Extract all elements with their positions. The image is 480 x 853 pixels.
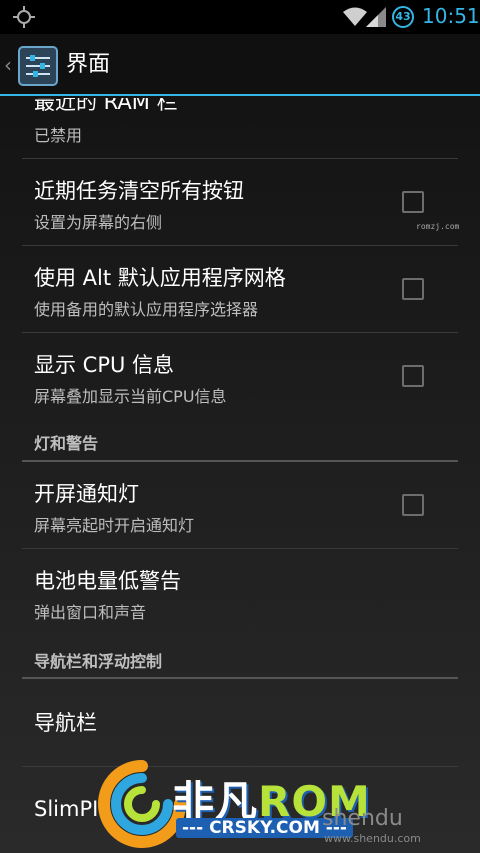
status-bar: 43 10:51 <box>0 0 480 34</box>
settings-sliders-icon[interactable] <box>18 46 58 86</box>
gps-icon <box>13 6 35 28</box>
wifi-icon <box>343 7 367 26</box>
action-bar: ‹ 界面 <box>0 34 480 96</box>
pref-title: 近期任务清空所有按钮 <box>34 179 244 203</box>
pref-low-battery-warning[interactable]: 电池电量低警告 弹出窗口和声音 <box>0 549 480 635</box>
pref-summary: 已禁用 <box>34 126 83 145</box>
pref-title: 电池电量低警告 <box>34 569 181 593</box>
pref-title: 开屏通知灯 <box>34 482 139 506</box>
pref-clear-all-button[interactable]: 近期任务清空所有按钮 设置为屏幕的右侧 <box>0 159 480 245</box>
pref-summary: 使用备用的默认应用程序选择器 <box>34 300 259 319</box>
pref-summary: 弹出窗口和声音 <box>34 603 147 622</box>
pref-summary: 设置为屏幕的右侧 <box>34 213 163 232</box>
pref-recent-ram-bar[interactable]: 最近的 RAM 栏 已禁用 <box>0 98 480 158</box>
shendu-logo: shendu <box>322 806 403 831</box>
chevron-left-icon[interactable]: ‹ <box>4 54 16 76</box>
pref-checkbox[interactable] <box>402 278 424 300</box>
pref-summary: 屏幕亮起时开启通知灯 <box>34 516 195 535</box>
signal-icon <box>366 7 386 27</box>
section-header-navigation: 导航栏和浮动控制 <box>34 652 163 671</box>
pref-checkbox[interactable] <box>402 494 424 516</box>
pref-screen-on-notification-light[interactable]: 开屏通知灯 屏幕亮起时开启通知灯 <box>0 462 480 548</box>
pref-title: 显示 CPU 信息 <box>34 353 175 377</box>
pref-title: 使用 Alt 默认应用程序网格 <box>34 266 286 290</box>
pref-navigation-bar[interactable]: 导航栏 <box>0 679 480 765</box>
preference-list[interactable]: 最近的 RAM 栏 已禁用 近期任务清空所有按钮 设置为屏幕的右侧 使用 Alt… <box>0 98 480 853</box>
pref-checkbox[interactable] <box>402 191 424 213</box>
pref-summary: 屏幕叠加显示当前CPU信息 <box>34 387 227 406</box>
pref-checkbox[interactable] <box>402 365 424 387</box>
pref-alt-app-grid[interactable]: 使用 Alt 默认应用程序网格 使用备用的默认应用程序选择器 <box>0 246 480 332</box>
status-time: 10:51 <box>422 4 480 28</box>
battery-icon: 43 <box>392 6 414 28</box>
pref-show-cpu-info[interactable]: 显示 CPU 信息 屏幕叠加显示当前CPU信息 <box>0 333 480 419</box>
pref-title: 最近的 RAM 栏 <box>34 98 178 114</box>
page-title: 界面 <box>66 52 111 77</box>
watermark-small: romzj.com <box>416 222 460 231</box>
pref-title: 导航栏 <box>34 711 97 735</box>
shendu-url: www.shendu.com <box>324 832 421 845</box>
section-header-lights: 灯和警告 <box>34 434 99 453</box>
watermark-logo: 非凡ROM --- CRSKY.COM --- shendu www.shend… <box>96 758 480 853</box>
